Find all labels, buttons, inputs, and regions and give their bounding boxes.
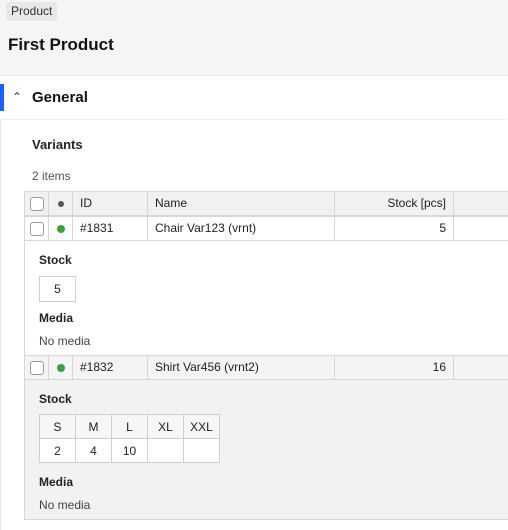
size-value <box>147 438 184 463</box>
row-checkbox[interactable] <box>30 361 44 375</box>
cell-stock: 16 <box>335 356 454 379</box>
cell-stock: 5 <box>335 217 454 240</box>
status-column-header[interactable] <box>49 192 73 215</box>
detail-stock-label: Stock <box>39 392 72 406</box>
section-title[interactable]: General <box>32 89 88 106</box>
detail-stock-label: Stock <box>39 253 72 267</box>
cell-name: Shirt Var456 (vrnt2) <box>148 356 335 379</box>
status-dot-icon <box>56 224 65 233</box>
size-header: M <box>75 414 112 439</box>
detail-media-label: Media <box>39 311 74 325</box>
select-all-checkbox[interactable] <box>30 197 44 211</box>
size-value <box>183 438 220 463</box>
column-header-empty <box>454 192 508 215</box>
row-detail-panel: Stock 5 Media No media <box>24 241 508 355</box>
status-cell <box>49 217 73 240</box>
cell-name: Chair Var123 (vrnt) <box>148 217 335 240</box>
status-dot-icon <box>56 363 65 372</box>
table-header-row: ID Name Stock [pcs] <box>24 191 508 216</box>
variants-title: Variants <box>32 137 83 152</box>
size-value: 4 <box>75 438 112 463</box>
status-dot-icon <box>57 200 64 207</box>
detail-stock-value: 5 <box>39 276 76 302</box>
row-detail-panel: Stock S M L XL XXL 2 4 10 Media No media <box>24 380 508 520</box>
size-stock-table: S M L XL XXL 2 4 10 <box>39 414 220 463</box>
cell-empty <box>454 356 508 379</box>
section-accent-bar <box>0 84 4 111</box>
table-row[interactable]: #1832 Shirt Var456 (vrnt2) 16 <box>24 355 508 380</box>
select-all-cell <box>25 192 49 215</box>
row-checkbox[interactable] <box>30 222 44 236</box>
detail-media-text: No media <box>39 334 91 348</box>
row-select-cell <box>25 217 49 240</box>
column-header-name[interactable]: Name <box>148 192 335 215</box>
status-cell <box>49 356 73 379</box>
size-header: L <box>111 414 148 439</box>
detail-media-text: No media <box>39 498 91 512</box>
cell-empty <box>454 217 508 240</box>
cell-id: #1831 <box>73 217 148 240</box>
table-row[interactable]: #1831 Chair Var123 (vrnt) 5 <box>24 216 508 241</box>
breadcrumb-chip-product[interactable]: Product <box>6 2 58 21</box>
column-header-id[interactable]: ID <box>73 192 148 215</box>
column-header-stock[interactable]: Stock [pcs] <box>335 192 454 215</box>
detail-media-label: Media <box>39 475 74 489</box>
page-header: Product First Product <box>0 0 508 76</box>
page-title: First Product <box>8 35 114 54</box>
size-value: 10 <box>111 438 148 463</box>
size-header: XL <box>147 414 184 439</box>
chevron-up-icon[interactable]: ⌃ <box>12 90 22 104</box>
items-count: 2 items <box>32 169 71 183</box>
cell-id: #1832 <box>73 356 148 379</box>
size-header: XXL <box>183 414 220 439</box>
size-value: 2 <box>39 438 76 463</box>
size-header: S <box>39 414 76 439</box>
row-select-cell <box>25 356 49 379</box>
